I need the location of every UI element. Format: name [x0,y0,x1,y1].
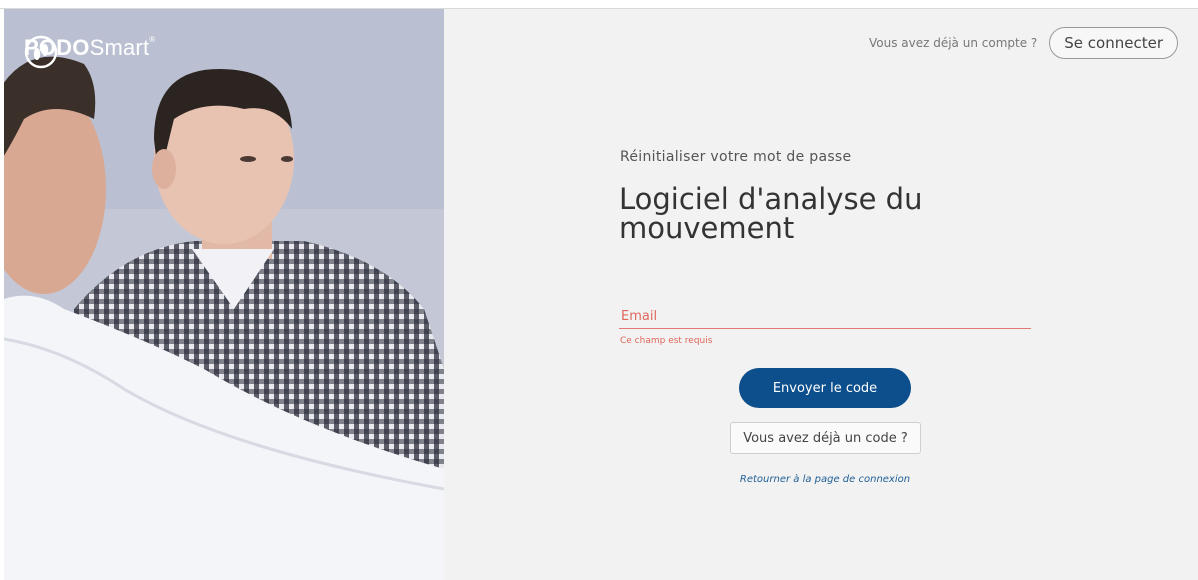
hero-illustration [4,9,444,580]
account-prompt: Vous avez déjà un compte ? [868,36,1038,50]
brand-name-regular: Smart [89,35,150,60]
send-code-button[interactable]: Envoyer le code [739,368,911,408]
footprints-icon [24,35,58,69]
back-to-login-link[interactable]: Retourner à la page de connexion [732,474,918,485]
page-title: Logiciel d'analyse du mouvement [619,182,923,245]
have-code-button[interactable]: Vous avez déjà un code ? [730,422,921,454]
brand-trademark: ® [149,35,156,44]
hero-photo: PODOSmart® [4,9,444,580]
reset-password-panel: Vous avez déjà un compte ? Se connecter … [444,9,1198,580]
email-field[interactable] [619,305,1031,329]
form-subtitle: Réinitialiser votre mot de passe [620,149,852,165]
email-error-message: Ce champ est requis [620,336,713,346]
brand-logo[interactable]: PODOSmart® [24,35,156,69]
top-bar: Vous avez déjà un compte ? Se connecter [869,27,1178,59]
app-frame: PODOSmart® Vous avez déjà un compte ? Se… [0,0,1198,580]
login-button[interactable]: Se connecter [1049,27,1178,59]
